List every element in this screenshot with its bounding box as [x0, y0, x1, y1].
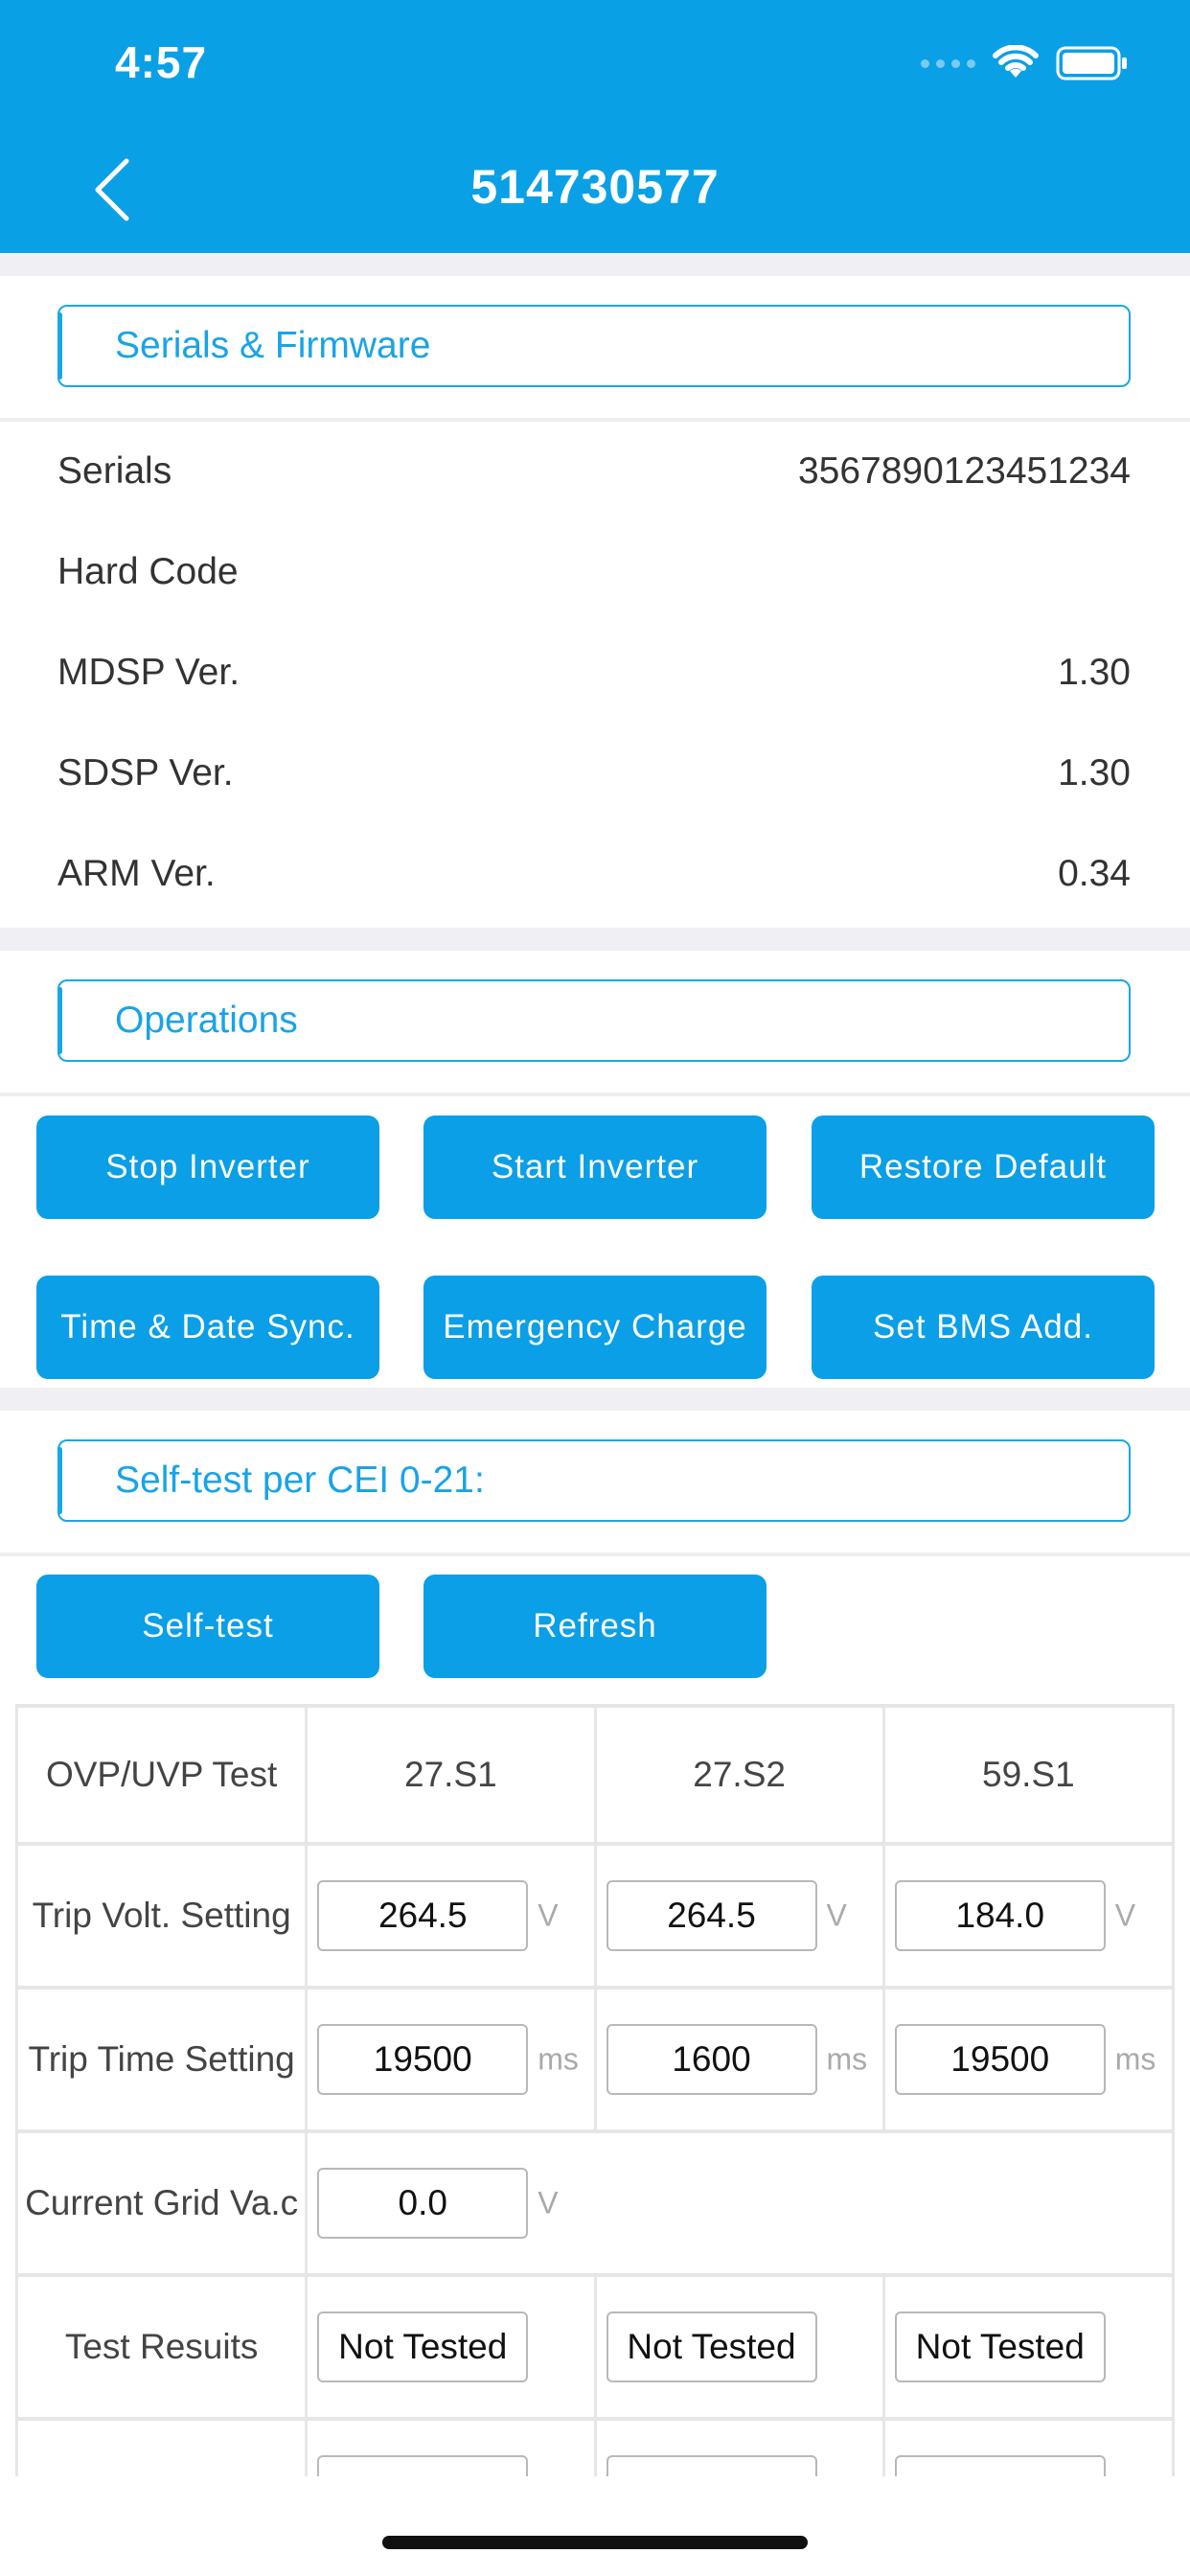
info-row-hard-code: Hard Code	[57, 543, 1131, 610]
section-header-serials-firmware: Serials & Firmware	[57, 305, 1131, 387]
test-result-27s1: Not Tested	[317, 2312, 529, 2382]
section-gap	[0, 928, 1190, 951]
table-cell: 19500 ms	[308, 1990, 597, 2133]
table-cell: 184.0 V	[884, 1846, 1175, 1990]
table-header-cell: 27.S1	[308, 1704, 597, 1846]
info-label: Hard Code	[57, 551, 239, 592]
unit-label: V	[1114, 1898, 1136, 1933]
info-label: SDSP Ver.	[57, 752, 234, 794]
trip-time-input-59s1[interactable]: 19500	[894, 2024, 1106, 2095]
table-cell: 264.5 V	[308, 1846, 597, 1990]
table-row-test-results: Test Resuits Not Tested Not Tested Not T…	[15, 2277, 1175, 2421]
section-title: Serials & Firmware	[115, 325, 431, 366]
table-header-cell: OVP/UVP Test	[18, 1704, 309, 1846]
info-row-mdsp: MDSP Ver. 1.30	[57, 644, 1131, 711]
bottom-safe-area	[0, 2476, 1190, 2576]
set-bms-add-button[interactable]: Set BMS Add.	[812, 1276, 1155, 1379]
table-cell-wide: 0.0 V	[308, 2133, 1175, 2277]
unit-label: V	[826, 1898, 847, 1933]
section-header-self-test: Self-test per CEI 0-21:	[57, 1439, 1131, 1522]
stop-inverter-button[interactable]: Stop Inverter	[36, 1116, 379, 1219]
refresh-button[interactable]: Refresh	[423, 1575, 767, 1678]
table-row-grid-va: Current Grid Va.c 0.0 V	[15, 2133, 1175, 2277]
section-title: Self-test per CEI 0-21:	[115, 1460, 485, 1501]
partial-input[interactable]	[894, 2455, 1106, 2478]
partial-input[interactable]	[606, 2455, 817, 2478]
table-cell	[308, 2421, 597, 2478]
table-row-trip-time: Trip Time Setting 19500 ms 1600 ms 19500…	[15, 1990, 1175, 2133]
table-cell: 264.5 V	[596, 1846, 885, 1990]
row-label: Trip Volt. Setting	[18, 1846, 309, 1990]
trip-volt-input-27s2[interactable]: 264.5	[606, 1880, 817, 1951]
status-time: 4:57	[115, 37, 208, 87]
test-result-59s1: Not Tested	[894, 2312, 1106, 2382]
info-value: 0.34	[1058, 853, 1131, 894]
section-gap	[0, 253, 1190, 276]
test-result-27s2: Not Tested	[606, 2312, 817, 2382]
row-label: Current Grid Va.c	[18, 2133, 309, 2277]
table-cell: 1600 ms	[596, 1990, 885, 2133]
trip-time-input-27s1[interactable]: 19500	[317, 2024, 529, 2095]
table-cell: Not Tested	[308, 2277, 597, 2421]
section-gap	[0, 1388, 1190, 1411]
section-title: Operations	[115, 1000, 298, 1041]
section-header-operations: Operations	[57, 979, 1131, 1062]
emergency-charge-button[interactable]: Emergency Charge	[423, 1276, 767, 1379]
info-label: MDSP Ver.	[57, 652, 240, 693]
grid-va-input[interactable]: 0.0	[317, 2168, 529, 2239]
unit-label: V	[538, 2185, 559, 2220]
signal-icon	[921, 58, 975, 68]
divider	[0, 1092, 1190, 1096]
unit-label: ms	[538, 2041, 579, 2077]
row-label: Trip Time Setting	[18, 1990, 309, 2133]
table-header-row: OVP/UVP Test 27.S1 27.S2 59.S1	[15, 1704, 1175, 1846]
battery-icon	[1056, 46, 1127, 80]
info-value: 1.30	[1058, 752, 1131, 794]
table-cell: Not Tested	[596, 2277, 885, 2421]
trip-volt-input-27s1[interactable]: 264.5	[317, 1880, 529, 1951]
table-cell	[597, 2421, 885, 2478]
wifi-icon	[993, 45, 1039, 78]
info-row-arm: ARM Ver. 0.34	[57, 845, 1131, 912]
divider	[0, 418, 1190, 422]
table-cell: 19500 ms	[884, 1990, 1175, 2133]
unit-label: ms	[826, 2041, 868, 2077]
table-row-partial	[15, 2421, 1175, 2478]
table-cell: Not Tested	[884, 2277, 1175, 2421]
row-label: Test Resuits	[18, 2277, 309, 2421]
trip-volt-input-59s1[interactable]: 184.0	[894, 1880, 1106, 1951]
start-inverter-button[interactable]: Start Inverter	[423, 1116, 767, 1219]
restore-default-button[interactable]: Restore Default	[812, 1116, 1155, 1219]
info-row-sdsp: SDSP Ver. 1.30	[57, 745, 1131, 812]
info-label: ARM Ver.	[57, 853, 216, 894]
table-row-trip-volt: Trip Volt. Setting 264.5 V 264.5 V 184.0…	[15, 1846, 1175, 1990]
table-cell	[18, 2421, 309, 2478]
info-row-serials: Serials 3567890123451234	[57, 443, 1131, 510]
page-title: 514730577	[470, 160, 720, 214]
table-cell	[885, 2421, 1175, 2478]
status-icons	[921, 42, 1129, 84]
info-label: Serials	[57, 450, 172, 492]
info-value: 3567890123451234	[797, 450, 1131, 492]
time-date-sync-button[interactable]: Time & Date Sync.	[36, 1276, 379, 1379]
trip-time-input-27s2[interactable]: 1600	[606, 2024, 817, 2095]
unit-label: V	[538, 1898, 559, 1933]
info-value: 1.30	[1058, 652, 1131, 693]
table-header-cell: 27.S2	[596, 1704, 885, 1846]
partial-input[interactable]	[317, 2455, 529, 2478]
home-indicator[interactable]	[382, 2536, 808, 2549]
table-header-cell: 59.S1	[884, 1704, 1175, 1846]
app-header: 4:57 514730577	[0, 0, 1190, 253]
self-test-table: OVP/UVP Test 27.S1 27.S2 59.S1 Trip Volt…	[15, 1704, 1175, 2478]
divider	[0, 1552, 1190, 1556]
unit-label: ms	[1114, 2041, 1156, 2077]
self-test-button[interactable]: Self-test	[36, 1575, 379, 1678]
